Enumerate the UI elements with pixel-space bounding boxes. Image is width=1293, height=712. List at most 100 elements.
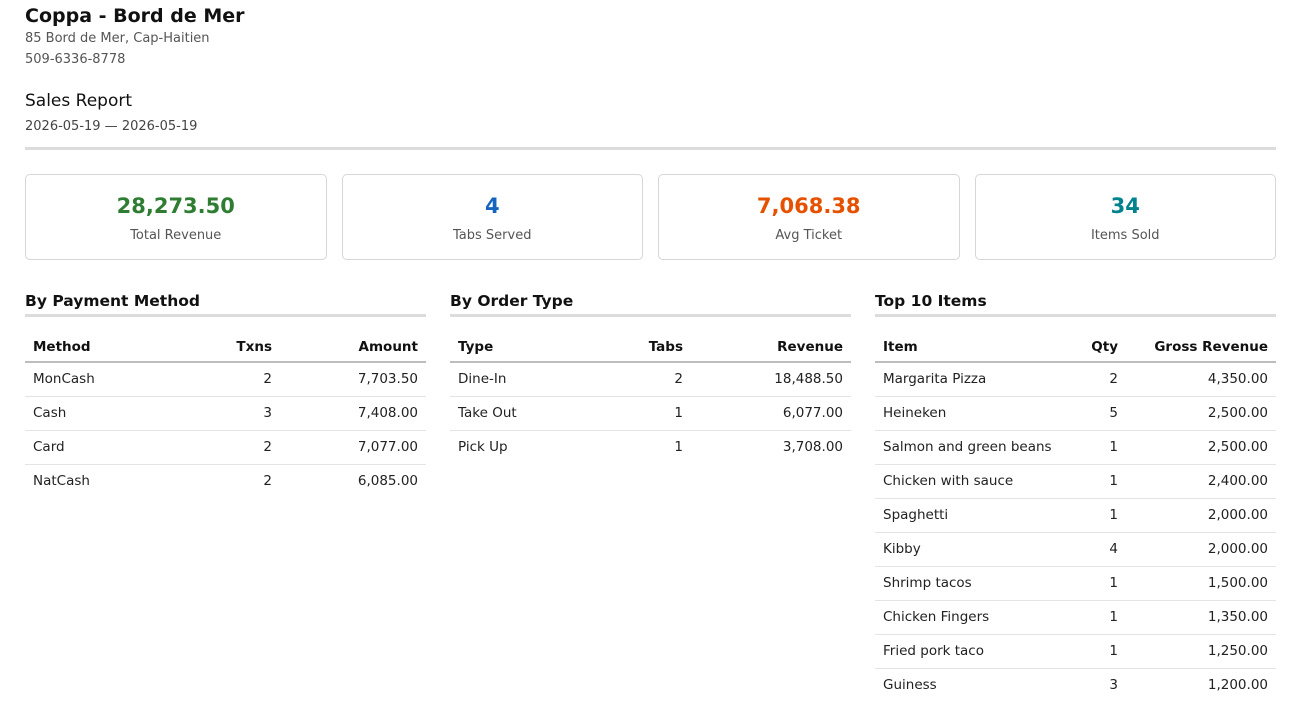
table-cell: Salmon and green beans (875, 430, 1066, 465)
card-value: 4 (484, 194, 500, 218)
table-cell: Pick Up (458, 439, 508, 456)
table-cell: 3 (190, 396, 280, 431)
table-header-row: Method Txns Amount (25, 332, 426, 363)
table-cell: 18,488.50 (691, 362, 851, 397)
column-header: Revenue (691, 332, 851, 363)
card-label: Total Revenue (130, 228, 222, 243)
table-cell: 1 (601, 396, 691, 431)
top-items-section: Top 10 Items Item Qty Gross Revenue Marg… (875, 290, 1276, 702)
summary-card-total-revenue: 28,273.50 Total Revenue (25, 174, 327, 260)
order-type-section: By Order Type Type Tabs Revenue Dine-In 2… (450, 290, 851, 464)
table-row: Spaghetti 1 2,000.00 (875, 498, 1276, 533)
table-cell: Fried pork taco (875, 634, 1066, 669)
table-cell: Dine-In (450, 362, 601, 397)
table-cell: 1,250.00 (1126, 634, 1276, 669)
section-title: By Order Type (450, 290, 851, 317)
table-cell: 7,703.50 (280, 362, 426, 397)
card-value: 34 (1110, 194, 1140, 218)
summary-card-avg-ticket: 7,068.38 Avg Ticket (658, 174, 960, 260)
table-cell: 2,000.00 (1126, 532, 1276, 567)
table-cell: Chicken Fingers (875, 600, 1066, 635)
summary-card-tabs-served: 4 Tabs Served (341, 174, 643, 260)
section-title: By Payment Method (25, 290, 426, 317)
table-cell: Guiness (883, 677, 937, 694)
table-cell: 2,000.00 (1126, 498, 1276, 533)
table-cell: 1,350.00 (1126, 600, 1276, 635)
table-row: Margarita Pizza 2 4,350.00 (875, 362, 1276, 397)
table-cell: 1 (1066, 600, 1126, 635)
column-header: Tabs (601, 332, 691, 363)
table-row: Fried pork taco 1 1,250.00 (875, 634, 1276, 669)
business-header: Coppa - Bord de Mer 85 Bord de Mer, Cap-… (25, 4, 245, 70)
column-header: Method (25, 332, 190, 363)
table-cell: 2 (1066, 362, 1126, 397)
table-row: Shrimp tacos 1 1,500.00 (875, 566, 1276, 601)
table-row: Heineken 5 2,500.00 (875, 396, 1276, 431)
table-row: Dine-In 2 18,488.50 (450, 362, 851, 397)
top-items-table: Item Qty Gross Revenue Margarita Pizza 2 4… (875, 332, 1276, 702)
table-cell: 3,708.00 (782, 439, 843, 456)
table-cell: 1 (674, 439, 683, 456)
table-row: Take Out 1 6,077.00 (450, 396, 851, 431)
section-title: Top 10 Items (875, 290, 1276, 317)
table-header-row: Type Tabs Revenue (450, 332, 851, 363)
table-cell: 3 (1109, 677, 1118, 694)
table-cell: 1 (1066, 566, 1126, 601)
table-row: Cash 3 7,408.00 (25, 396, 426, 431)
table-row: NatCash 2 6,085.00 (25, 464, 426, 498)
table-row: Pick Up 1 3,708.00 (450, 430, 851, 464)
table-cell: Cash (25, 396, 190, 431)
card-value: 7,068.38 (756, 194, 861, 218)
table-row: Salmon and green beans 1 2,500.00 (875, 430, 1276, 465)
report-date-range: 2026-05-19 — 2026-05-19 (25, 119, 198, 134)
column-header: Amount (280, 332, 426, 363)
summary-card-items-sold: 34 Items Sold (974, 174, 1276, 260)
column-header: Gross Revenue (1126, 332, 1276, 363)
table-cell: Card (25, 430, 190, 465)
order-type-table: Type Tabs Revenue Dine-In 2 18,488.50 Take … (450, 332, 851, 464)
table-cell: Margarita Pizza (875, 362, 1066, 397)
summary-cards: 28,273.50 Total Revenue 4 Tabs Served 7,… (25, 174, 1276, 260)
table-cell: 7,077.00 (280, 430, 426, 465)
table-row: Kibby 4 2,000.00 (875, 532, 1276, 567)
table-header-row: Item Qty Gross Revenue (875, 332, 1276, 363)
card-label: Avg Ticket (775, 228, 843, 243)
table-cell: Take Out (450, 396, 601, 431)
table-cell: 4 (1066, 532, 1126, 567)
table-cell: MonCash (25, 362, 190, 397)
table-cell: 2 (263, 473, 272, 490)
table-row: MonCash 2 7,703.50 (25, 362, 426, 397)
table-cell: 1 (1066, 430, 1126, 465)
table-cell: 1,500.00 (1126, 566, 1276, 601)
table-cell: 2,500.00 (1126, 396, 1276, 431)
table-cell: 2 (190, 362, 280, 397)
column-header: Item (875, 332, 1066, 363)
table-cell: 7,408.00 (280, 396, 426, 431)
table-cell: 1 (1066, 464, 1126, 499)
table-cell: Heineken (875, 396, 1066, 431)
table-row: Chicken Fingers 1 1,350.00 (875, 600, 1276, 635)
report-title: Sales Report (25, 91, 133, 111)
payment-method-section: By Payment Method Method Txns Amount Mon… (25, 290, 426, 498)
column-header: Qty (1066, 332, 1126, 363)
business-phone: 509-6336-8778 (25, 52, 126, 67)
table-row: Card 2 7,077.00 (25, 430, 426, 465)
column-header: Type (450, 332, 601, 363)
column-header: Txns (190, 332, 280, 363)
table-cell: Shrimp tacos (875, 566, 1066, 601)
table-cell: 1 (1066, 498, 1126, 533)
card-label: Items Sold (1090, 228, 1160, 243)
card-label: Tabs Served (453, 228, 532, 243)
business-name: Coppa - Bord de Mer (25, 5, 245, 27)
table-cell: Spaghetti (875, 498, 1066, 533)
table-cell: 1,200.00 (1207, 677, 1268, 694)
payment-method-table: Method Txns Amount MonCash 2 7,703.50 Cash 3… (25, 332, 426, 498)
table-cell: 6,085.00 (357, 473, 418, 490)
card-value: 28,273.50 (116, 194, 235, 218)
header-divider (25, 147, 1276, 150)
table-cell: 5 (1066, 396, 1126, 431)
table-cell: 6,077.00 (691, 396, 851, 431)
table-cell: 2 (601, 362, 691, 397)
table-cell: 4,350.00 (1126, 362, 1276, 397)
table-cell: 1 (1066, 634, 1126, 669)
